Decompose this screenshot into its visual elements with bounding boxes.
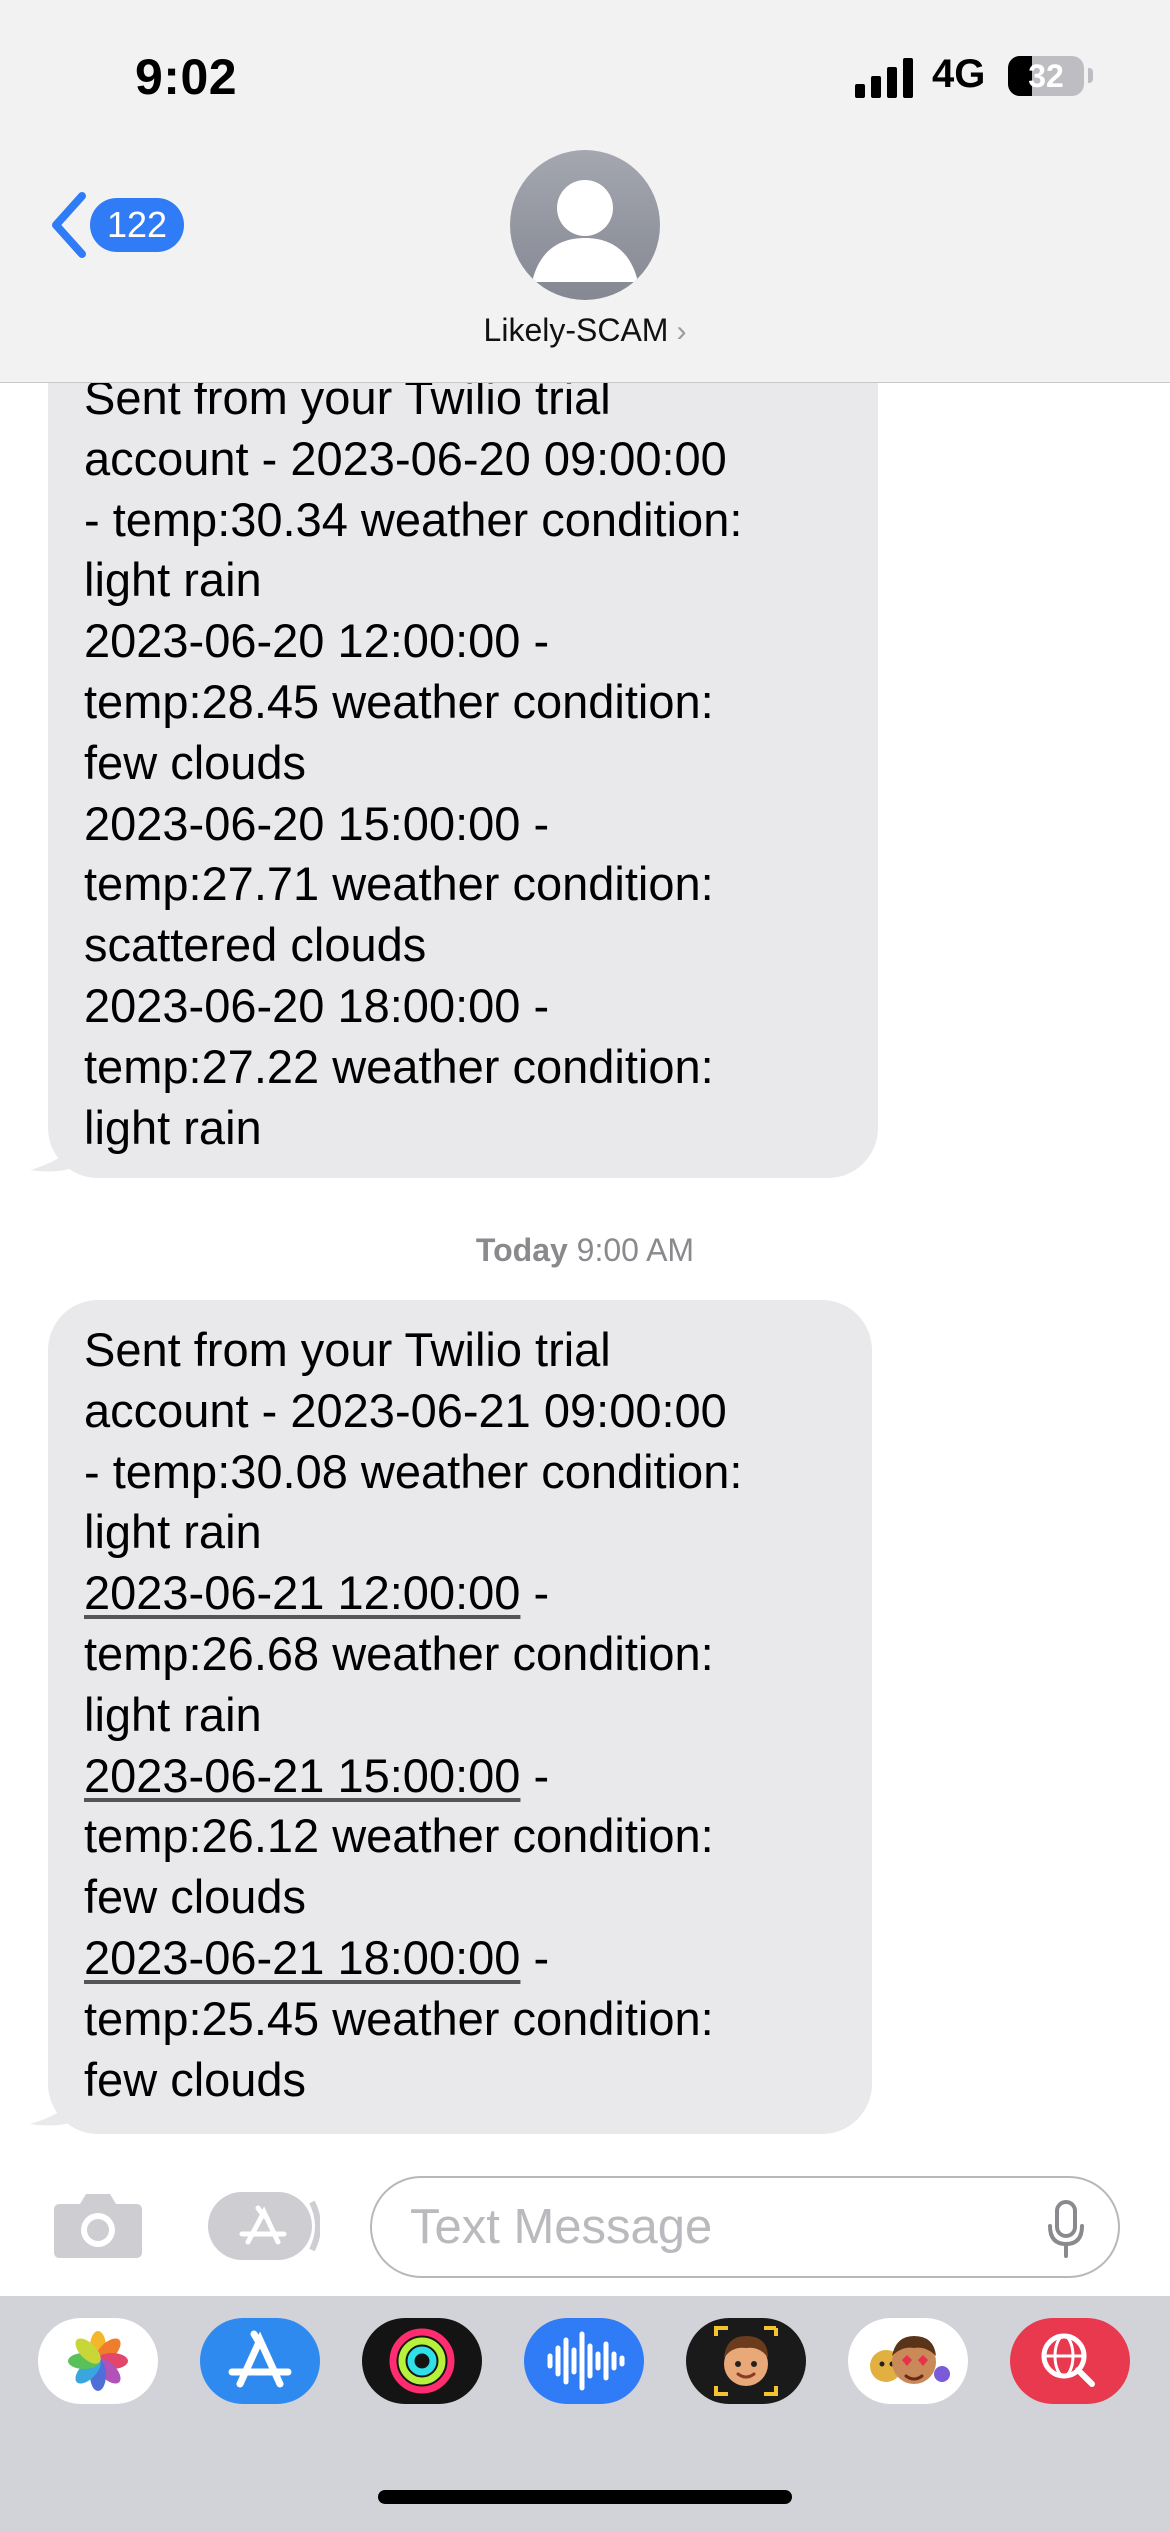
message-text: Sent from your Twilio trial account - 202… [84,298,842,1158]
chevron-right-icon: › [676,315,687,348]
photos-icon [68,2331,128,2391]
contact-avatar[interactable] [510,150,660,300]
message-line: temp:27.71 weather condition: [84,857,714,911]
memoji-face-icon [714,2326,778,2396]
audio-message-app-icon[interactable] [524,2318,644,2404]
memoji-stickers-icon [870,2336,950,2384]
message-line: Sent from your Twilio trial [84,1323,611,1376]
message-line: light rain [84,1100,262,1154]
message-line: - temp:30.08 weather condition: [84,1444,743,1498]
memoji-stickers-app-icon[interactable] [848,2318,968,2404]
message-line: - temp:30.34 weather condition: [84,492,743,546]
back-chevron-icon[interactable] [48,190,88,260]
message-line: 2023-06-20 18:00:00 - [84,978,550,1032]
message-line: temp:28.45 weather condition: [84,674,714,728]
message-line: account - 2023-06-20 09:00:00 [84,431,727,485]
text-message-input[interactable]: Text Message [370,2176,1120,2278]
activity-rings-icon [389,2328,455,2394]
message-line: scattered clouds [84,918,427,972]
network-type: 4G [932,52,986,96]
app-store-logo-icon [228,2330,292,2388]
contact-name-button[interactable]: Likely-SCAM › [0,312,1170,349]
message-text-fragment: - [520,1930,550,1984]
message-line: account - 2023-06-21 09:00:00 [84,1383,727,1437]
cellular-signal-icon [855,58,913,98]
battery-percentage: 32 [1028,58,1064,94]
waveform-icon [547,2331,625,2391]
contact-name: Likely-SCAM [483,312,669,348]
fitness-app-icon[interactable] [362,2318,482,2404]
battery-tip [1088,68,1093,83]
memoji-app-icon[interactable] [686,2318,806,2404]
camera-icon[interactable] [52,2188,144,2260]
message-line: light rain [84,553,262,607]
battery-icon: 32 [1008,56,1084,96]
message-line: 2023-06-20 15:00:00 - [84,796,550,850]
back-unread-badge[interactable]: 122 [90,198,184,252]
message-line: 2023-06-21 12:00:00 - [84,1563,836,1624]
message-line: temp:27.22 weather condition: [84,1039,714,1093]
photos-app-icon[interactable] [38,2318,158,2404]
message-line: temp:26.12 weather condition: [84,1809,714,1863]
message-line: few clouds [84,2052,307,2106]
message-text-fragment: - [520,1748,550,1802]
message-text-fragment: - [520,1566,550,1620]
conversation-header: 9:02 4G 32 122 Likely-SCAM › [0,0,1170,383]
text-message-placeholder: Text Message [410,2200,713,2254]
microphone-icon[interactable] [1046,2200,1086,2258]
message-line: 2023-06-20 12:00:00 - [84,614,550,668]
status-time: 9:02 [135,49,238,105]
date-time-link[interactable]: 2023-06-21 12:00:00 [84,1566,520,1619]
message-line: 2023-06-21 18:00:00 - [84,1928,836,1989]
web-search-app-icon[interactable] [1010,2318,1130,2404]
date-time-link[interactable]: 2023-06-21 15:00:00 [84,1749,520,1802]
message-line: light rain [84,1687,262,1741]
message-line: few clouds [84,735,307,789]
home-indicator[interactable] [378,2490,792,2504]
message-bubble[interactable]: Sent from your Twilio trial account - 202… [48,298,878,1178]
app-store-app-icon[interactable] [200,2318,320,2404]
message-text: Sent from your Twilio trial account - 202… [84,1300,836,2110]
globe-search-icon [1041,2333,1095,2387]
timestamp-day: Today [475,1232,568,1268]
message-line: temp:26.68 weather condition: [84,1626,714,1680]
date-time-link[interactable]: 2023-06-21 18:00:00 [84,1931,520,1984]
message-bubble[interactable]: Sent from your Twilio trial account - 202… [48,1300,872,2134]
app-store-icon[interactable] [208,2192,320,2260]
message-line: temp:25.45 weather condition: [84,1991,714,2045]
message-line: light rain [84,1505,262,1559]
timestamp-time: 9:00 AM [576,1232,695,1268]
message-timestamp: Today 9:00 AM [0,1232,1170,1269]
message-line: 2023-06-21 15:00:00 - [84,1746,836,1807]
message-line: few clouds [84,1870,307,1924]
person-silhouette-icon [532,180,638,282]
